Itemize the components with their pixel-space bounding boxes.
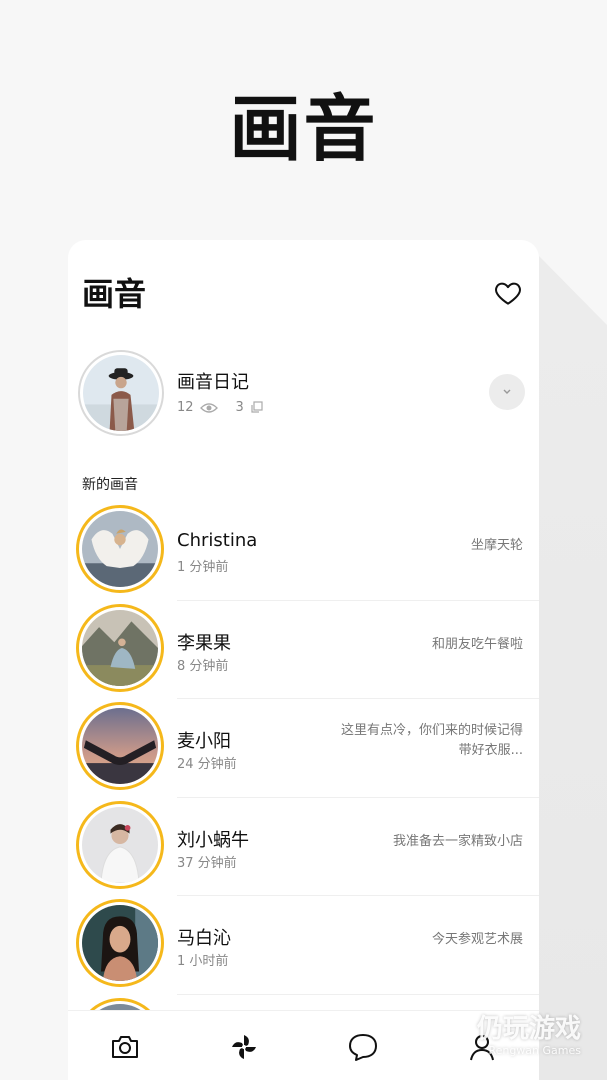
contact-name: Christina xyxy=(177,530,258,551)
list-item[interactable]: 马白沁 1 小时前 今天参观艺术展 xyxy=(68,896,539,995)
list-item[interactable]: Christina 1 分钟前 坐摩天轮 xyxy=(68,502,539,601)
avatar[interactable] xyxy=(76,505,164,593)
message-preview: 坐摩天轮 xyxy=(470,538,523,553)
list-item[interactable]: 李果果 8 分钟前 和朋友吃午餐啦 xyxy=(68,601,539,699)
pinwheel-icon[interactable] xyxy=(227,1030,261,1064)
avatar[interactable] xyxy=(76,603,164,692)
profile-stats: 12 3 xyxy=(177,400,263,415)
avatar[interactable] xyxy=(76,899,164,987)
copy-icon xyxy=(251,401,263,413)
views-count: 12 xyxy=(177,400,194,415)
post-time: 1 小时前 xyxy=(177,954,229,969)
message-preview: 今天参观艺术展 xyxy=(431,932,523,947)
post-time: 8 分钟前 xyxy=(177,658,229,674)
app-logo: 画音 xyxy=(229,87,378,171)
header-logo: 画音 xyxy=(82,275,147,313)
my-profile[interactable]: 画音日记 12 3 xyxy=(78,350,525,438)
bottom-nav xyxy=(68,1010,539,1080)
avatar[interactable] xyxy=(78,350,164,436)
post-time: 1 分钟前 xyxy=(177,560,229,575)
contact-name: 刘小蜗牛 xyxy=(177,829,249,851)
message-preview: 和朋友吃午餐啦 xyxy=(431,636,523,652)
camera-icon[interactable] xyxy=(108,1030,142,1064)
card-header: 画音 xyxy=(82,270,523,316)
contact-name: 李果果 xyxy=(177,632,231,654)
avatar[interactable] xyxy=(76,702,164,790)
list-item[interactable]: 麦小阳 24 分钟前 这里有点冷，你们来的时候记得带好衣服... xyxy=(68,699,539,798)
copies-count: 3 xyxy=(235,400,244,415)
eye-icon xyxy=(199,402,218,413)
avatar[interactable] xyxy=(76,800,164,889)
feed-card: 画音 画音日记 12 3 新的画音 Christina 1 分钟前 坐摩天轮 李… xyxy=(68,240,539,1080)
chat-icon[interactable] xyxy=(346,1030,380,1064)
card-shadow xyxy=(538,255,607,1080)
message-preview: 这里有点冷，你们来的时候记得带好衣服... xyxy=(340,723,523,758)
heart-icon[interactable] xyxy=(493,278,523,308)
list-item[interactable]: 刘小蜗牛 37 分钟前 我准备去一家精致小店 xyxy=(68,798,539,896)
post-time: 24 分钟前 xyxy=(177,757,237,772)
chevron-down-icon xyxy=(503,389,511,394)
contact-name: 马白沁 xyxy=(177,928,231,949)
contact-name: 麦小阳 xyxy=(177,731,231,752)
profile-name: 画音日记 xyxy=(177,372,249,393)
post-time: 37 分钟前 xyxy=(177,855,237,871)
expand-button[interactable] xyxy=(489,374,525,410)
message-preview: 我准备去一家精致小店 xyxy=(392,833,523,849)
section-title: 新的画音 xyxy=(82,477,138,493)
feed-list: Christina 1 分钟前 坐摩天轮 李果果 8 分钟前 和朋友吃午餐啦 麦… xyxy=(68,502,539,1080)
watermark: 仍玩游戏 Rengwan Games xyxy=(476,1014,581,1057)
